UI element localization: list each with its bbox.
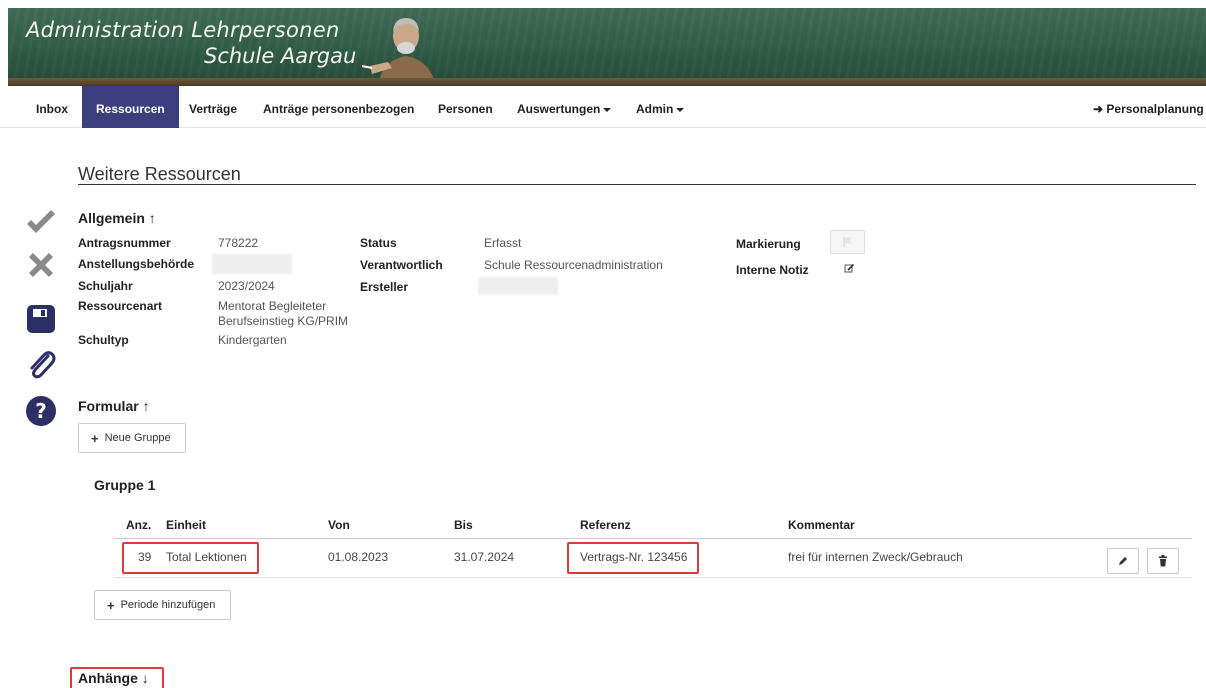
delete-row-button[interactable]: [1147, 548, 1179, 574]
highlight-anhaenge: [70, 667, 164, 688]
nav-personalplanung[interactable]: ➜ Personalplanung: [1093, 86, 1204, 128]
trash-icon: [1159, 555, 1167, 567]
verantwortlich-value: Schule Ressourcenadministration: [484, 258, 663, 272]
new-group-button[interactable]: + Neue Gruppe: [78, 423, 186, 453]
nav-antraege-personenbezogen[interactable]: Anträge personenbezogen: [263, 86, 414, 128]
ressourcenart-value-line2: Berufseinstieg KG/PRIM: [218, 314, 349, 328]
anstellungsbehoerde-value-redacted: [212, 254, 292, 274]
schultyp-label: Schultyp: [78, 333, 129, 347]
section-formular-title: Formular: [78, 398, 139, 414]
nav-ressourcen[interactable]: Ressourcen: [82, 86, 179, 128]
plus-icon: +: [91, 430, 99, 446]
column-header-bis: Bis: [454, 518, 473, 532]
page-title: Weitere Ressourcen: [78, 164, 241, 184]
title-divider: [78, 184, 1196, 185]
status-label: Status: [360, 236, 397, 250]
status-value: Erfasst: [484, 236, 522, 250]
arrow-up-icon: ↑: [148, 210, 156, 226]
edit-note-icon[interactable]: [844, 263, 855, 274]
flag-icon: [842, 237, 852, 247]
edit-row-button[interactable]: [1107, 548, 1139, 574]
nav-personen[interactable]: Personen: [438, 86, 493, 128]
column-header-kommentar: Kommentar: [788, 518, 855, 532]
highlight-anz-einheit: [122, 542, 259, 574]
nav-auswertungen[interactable]: Auswertungen: [517, 86, 612, 128]
arrow-right-icon: ➜: [1093, 102, 1104, 116]
nav-admin[interactable]: Admin: [636, 86, 685, 128]
column-header-einheit: Einheit: [166, 518, 207, 532]
app-title-line1: Administration Lehrpersonen: [26, 18, 340, 42]
section-allgemein-title: Allgemein: [78, 210, 145, 226]
save-icon[interactable]: [24, 302, 58, 336]
teacher-illustration: [361, 18, 436, 86]
cell-von: 01.08.2023: [328, 550, 389, 564]
schultyp-value: Kindergarten: [218, 333, 287, 347]
caret-down-icon: [676, 107, 685, 112]
table-row-divider: [114, 577, 1192, 578]
paperclip-icon[interactable]: [24, 348, 58, 382]
section-allgemein-toggle[interactable]: Allgemein ↑: [78, 210, 156, 226]
group-title: Gruppe 1: [94, 477, 156, 493]
ressourcenart-label: Ressourcenart: [78, 299, 163, 313]
schuljahr-label: Schuljahr: [78, 279, 133, 293]
add-period-button-label: Periode hinzufügen: [120, 599, 216, 611]
help-icon[interactable]: ?: [24, 394, 58, 428]
markierung-flag-button[interactable]: [830, 230, 865, 254]
check-icon[interactable]: [24, 206, 58, 240]
plus-icon: +: [107, 597, 115, 613]
svg-text:?: ?: [35, 399, 47, 423]
close-icon[interactable]: [24, 248, 58, 282]
app-title-line2: Schule Aargau: [204, 44, 357, 68]
pencil-icon: [1119, 557, 1127, 565]
nav-vertraege[interactable]: Verträge: [189, 86, 237, 128]
nav-inbox[interactable]: Inbox: [36, 86, 68, 128]
add-period-button[interactable]: + Periode hinzufügen: [94, 590, 231, 620]
cell-kommentar: frei für internen Zweck/Gebrauch: [788, 550, 963, 564]
markierung-label: Markierung: [736, 237, 801, 251]
nav-admin-label: Admin: [636, 102, 674, 116]
ersteller-label: Ersteller: [360, 280, 409, 294]
main-navbar: Inbox Ressourcen Verträge Anträge person…: [0, 86, 1206, 128]
antragsnummer-value: 778222: [218, 236, 259, 250]
nav-personalplanung-label: Personalplanung: [1106, 102, 1204, 116]
anstellungsbehoerde-label: Anstellungsbehörde: [78, 257, 195, 271]
highlight-referenz: [567, 542, 699, 574]
column-header-referenz: Referenz: [580, 518, 631, 532]
table-header-divider: [114, 538, 1192, 539]
new-group-button-label: Neue Gruppe: [104, 432, 171, 444]
ersteller-value-redacted: [478, 277, 558, 295]
header-banner: Administration Lehrpersonen Schule Aarga…: [8, 8, 1206, 86]
schuljahr-value: 2023/2024: [218, 279, 275, 293]
column-header-anz: Anz.: [126, 518, 152, 532]
caret-down-icon: [603, 107, 612, 112]
antragsnummer-label: Antragsnummer: [78, 236, 171, 250]
interne-notiz-label: Interne Notiz: [736, 263, 809, 277]
column-header-von: Von: [328, 518, 350, 532]
cell-bis: 31.07.2024: [454, 550, 515, 564]
section-formular-toggle[interactable]: Formular ↑: [78, 398, 150, 414]
nav-auswertungen-label: Auswertungen: [517, 102, 601, 116]
arrow-up-icon: ↑: [142, 398, 150, 414]
ressourcenart-value-line1: Mentorat Begleiteter: [218, 299, 327, 313]
verantwortlich-label: Verantwortlich: [360, 258, 443, 272]
